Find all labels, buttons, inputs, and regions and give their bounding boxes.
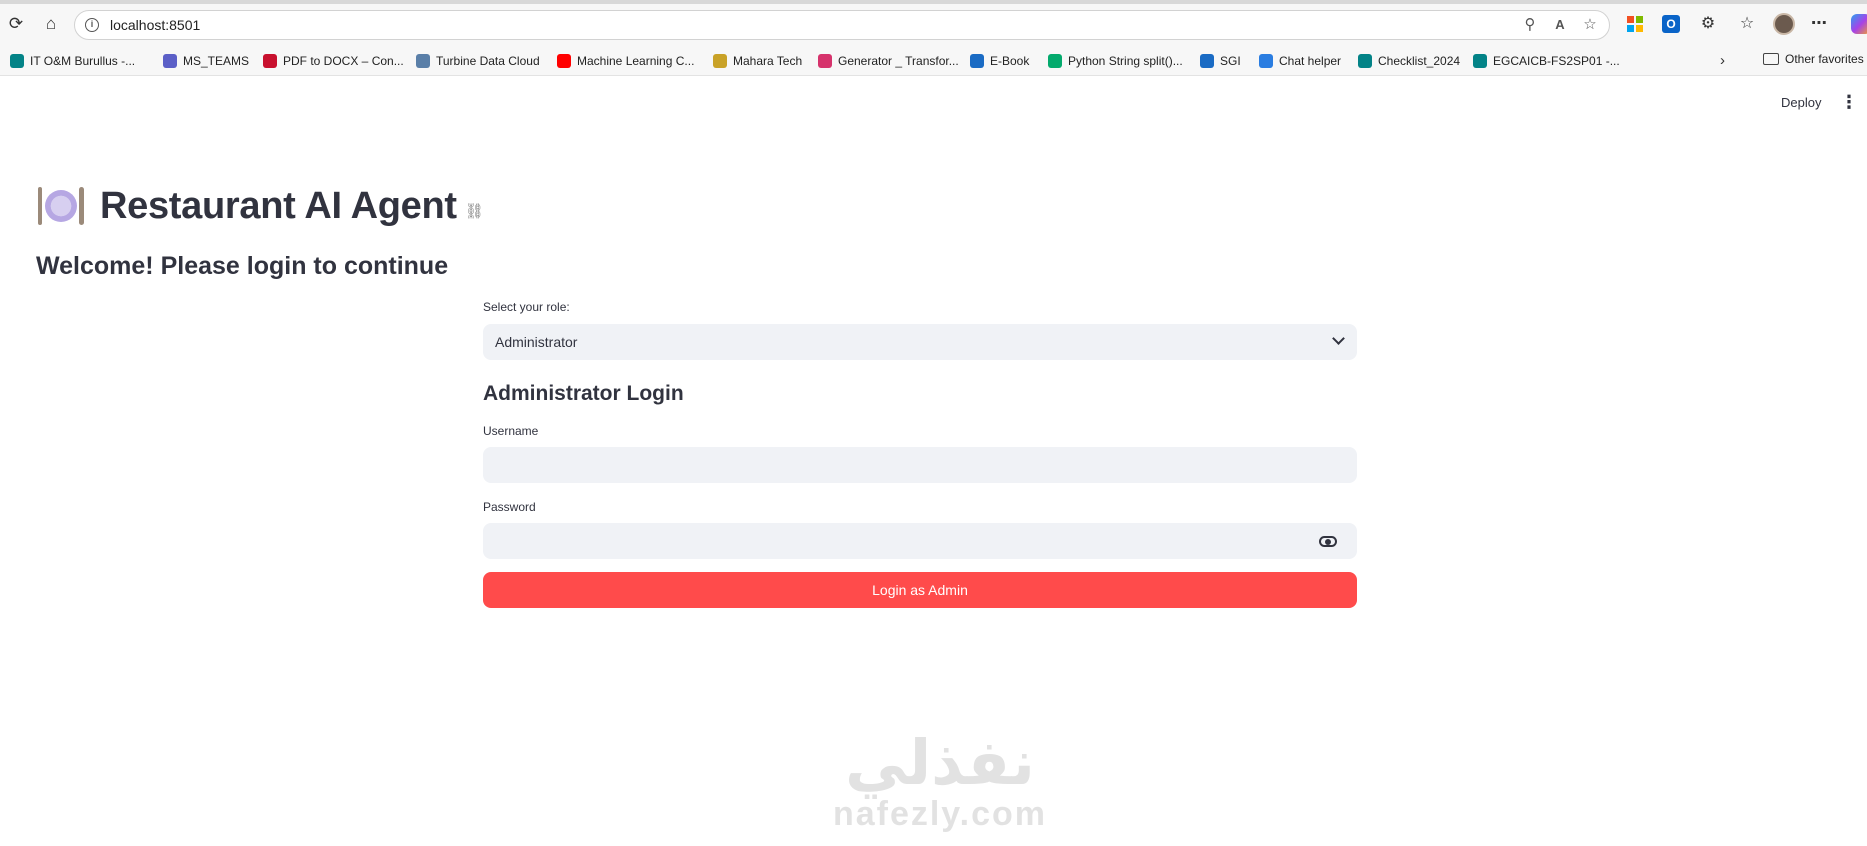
app-header: Deploy ⋮ [0,76,1867,131]
home-icon[interactable]: ⌂ [40,13,62,35]
bookmark-label: Generator _ Transfor... [838,54,959,68]
site-info-icon[interactable]: i [85,18,99,32]
bookmark-label: PDF to DOCX – Con... [283,54,404,68]
bookmark-item[interactable]: Python String split()... [1048,52,1183,70]
w3schools-icon [1048,54,1062,68]
profile-avatar[interactable] [1773,13,1795,35]
favorite-star-icon[interactable]: ☆ [1581,16,1599,34]
refresh-icon[interactable]: ⟳ [5,13,27,35]
page-title: Restaurant AI Agent [100,184,457,227]
bookmark-label: E-Book [990,54,1030,68]
sharepoint-icon [1358,54,1372,68]
bookmark-label: SGI [1220,54,1241,68]
mahara-icon [713,54,727,68]
bookmark-label: IT O&M Burullus -... [30,54,136,68]
bookmark-item[interactable]: PDF to DOCX – Con... [263,52,404,70]
watermark-latin: nafezly.com [832,795,1048,833]
password-label: Password [483,500,536,514]
play-icon [818,54,832,68]
bookmark-label: Python String split()... [1068,54,1183,68]
bookmark-label: EGCAICB-FS2SP01 -... [1493,54,1620,68]
other-favorites-label: Other favorites [1785,52,1864,66]
page-title-row: Restaurant AI Agent ⛓ [38,178,484,234]
bookmark-item[interactable]: IT O&M Burullus -... [10,52,135,70]
browser-toolbar: ⟳ ⌂ i localhost:8501 ⚲ A ☆ O ⚙ ☆ ⋯ [0,0,1867,46]
bookmark-label: Machine Learning C... [577,54,695,68]
chevron-right-icon[interactable]: › [1720,52,1725,69]
extensions-icon[interactable]: ⚙ [1697,13,1719,35]
outlook-icon[interactable]: O [1662,15,1680,33]
folder-icon [1763,53,1779,65]
bing-icon [1259,54,1273,68]
show-password-eye-icon[interactable] [1319,536,1337,547]
login-button[interactable]: Login as Admin [483,572,1357,608]
sharepoint-icon [1473,54,1487,68]
password-input[interactable] [483,523,1357,559]
zoom-out-icon[interactable]: ⚲ [1521,16,1539,34]
bookmarks-bar: › Other favorites IT O&M Burullus -... MS… [0,46,1867,76]
watermark: نفذلي nafezly.com [820,726,1060,833]
bookmark-item[interactable]: Machine Learning C... [557,52,694,70]
bookmark-item[interactable]: Mahara Tech [713,52,802,70]
bookmark-item[interactable]: Chat helper [1259,52,1341,70]
anchor-link-icon[interactable]: ⛓ [465,202,484,220]
bookmark-item[interactable]: Turbine Data Cloud [416,52,540,70]
more-menu-icon[interactable]: ⋯ [1808,13,1830,35]
read-aloud-icon[interactable]: A [1551,16,1569,34]
main-menu-icon[interactable]: ⋮ [1840,92,1858,112]
address-bar[interactable]: i localhost:8501 ⚲ A ☆ [74,10,1610,40]
bookmark-label: Turbine Data Cloud [436,54,540,68]
username-input[interactable] [483,447,1357,483]
teams-icon [163,54,177,68]
chevron-down-icon [1332,332,1345,345]
bookmark-item[interactable]: Checklist_2024 [1358,52,1460,70]
bookmark-label: Chat helper [1279,54,1342,68]
bookmark-item[interactable]: E-Book [970,52,1029,70]
bookmark-item[interactable]: MS_TEAMS [163,52,249,70]
bookmark-label: Mahara Tech [733,54,803,68]
fork-knife-plate-icon [38,183,84,229]
role-select-label: Select your role: [483,300,570,314]
bookmark-item[interactable]: EGCAICB-FS2SP01 -... [1473,52,1620,70]
bookmark-label: MS_TEAMS [183,54,250,68]
image-icon [416,54,430,68]
bookmark-item[interactable]: Generator _ Transfor... [818,52,959,70]
url-text[interactable]: localhost:8501 [110,17,200,33]
sharepoint-icon [10,54,24,68]
copilot-icon[interactable] [1851,14,1867,34]
bookmark-item[interactable]: SGI [1200,52,1241,70]
other-favorites[interactable]: Other favorites [1763,52,1864,66]
role-select-value: Administrator [495,334,578,350]
role-select[interactable]: Administrator [483,324,1357,360]
youtube-icon [557,54,571,68]
microsoft-365-icon[interactable] [1627,16,1643,32]
favorites-icon[interactable]: ☆ [1736,13,1758,35]
bookmark-label: Checklist_2024 [1378,54,1461,68]
welcome-heading: Welcome! Please login to continue [36,252,449,280]
watermark-arabic: نفذلي [845,726,1035,799]
globe-icon [970,54,984,68]
tab-strip-edge [0,0,1867,4]
pdf-icon [263,54,277,68]
username-label: Username [483,424,539,438]
deploy-button[interactable]: Deploy [1781,95,1821,110]
globe-icon [1200,54,1214,68]
login-subheading: Administrator Login [483,382,684,405]
